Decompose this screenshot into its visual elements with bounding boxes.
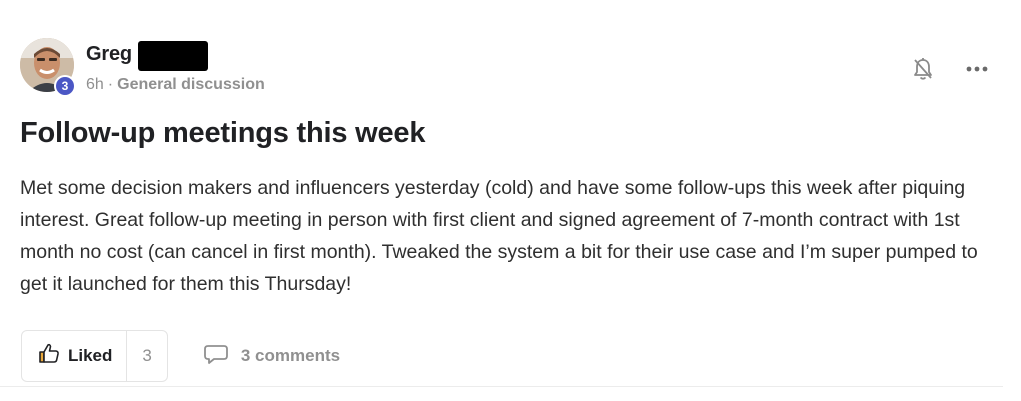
like-label: Liked (68, 346, 113, 365)
bell-off-icon[interactable] (910, 56, 936, 82)
like-group: Liked 3 (21, 330, 168, 382)
post-meta: 6h · General discussion (86, 76, 265, 94)
more-options-icon[interactable] (964, 56, 990, 82)
post-card: 3 Greg 6h · General discussion Follow-up… (0, 0, 1021, 401)
redaction-bar (138, 41, 208, 71)
like-count[interactable]: 3 (127, 331, 166, 381)
divider (0, 386, 1003, 387)
author-name[interactable]: Greg (86, 43, 132, 66)
thumbs-up-icon (38, 343, 60, 369)
comments-button[interactable]: 3 comments (203, 343, 340, 370)
post-body: Met some decision makers and influencers… (20, 177, 978, 295)
comments-label: 3 comments (240, 346, 341, 365)
post-actions: Liked 3 3 comments (21, 330, 340, 382)
post-category[interactable]: General discussion (117, 76, 265, 93)
meta-separator: · (107, 76, 114, 93)
like-button[interactable]: Liked (22, 331, 128, 381)
comment-icon (203, 343, 229, 370)
level-badge: 3 (54, 75, 76, 97)
post-title[interactable]: Follow-up meetings this week (20, 117, 425, 150)
post-header: 3 Greg 6h · General discussion (20, 38, 1000, 98)
header-actions (910, 56, 990, 82)
post-time: 6h (86, 76, 104, 93)
